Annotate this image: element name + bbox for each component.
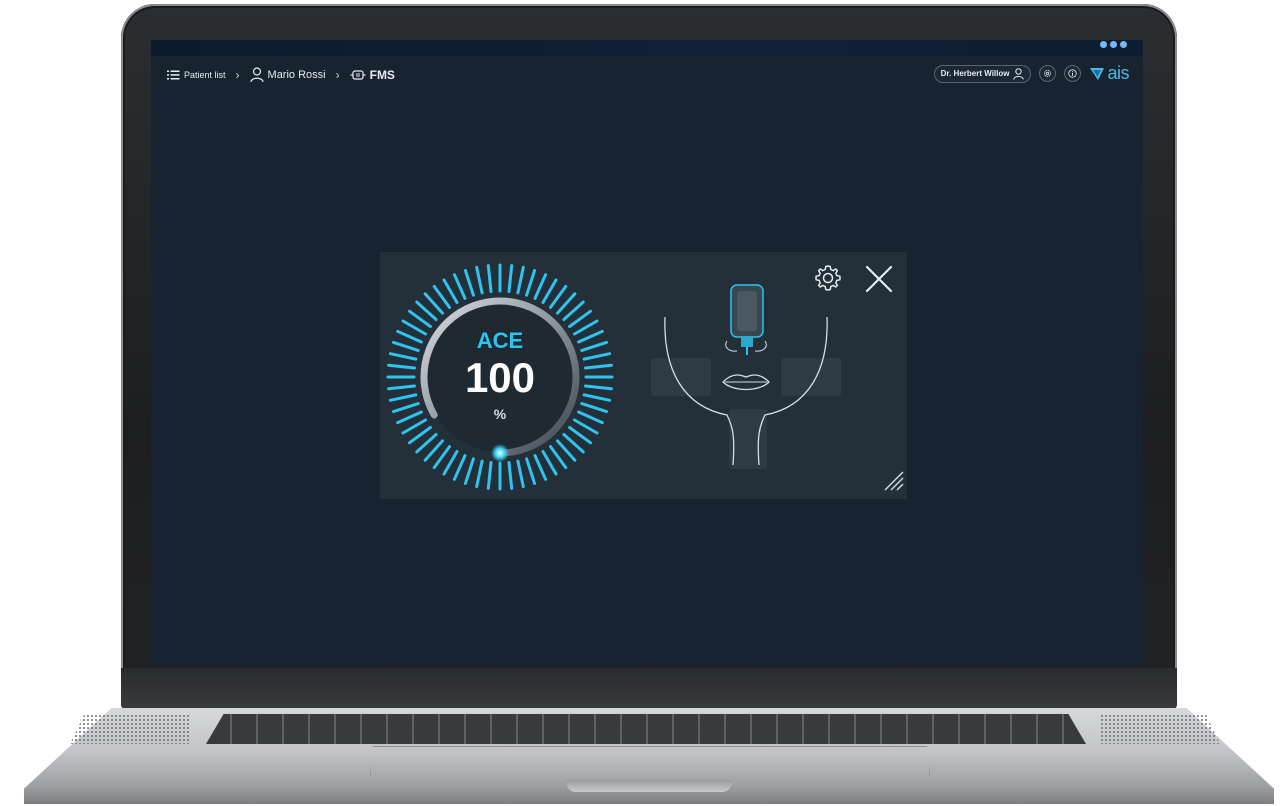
mouth-position-diagram [651,284,841,469]
gauge-tick [387,384,416,391]
gauge-unit: % [494,406,507,422]
window-title-strip [151,40,1143,56]
gauge-tick [486,264,493,293]
gauge-tick [580,340,608,352]
gauge-tick [573,319,599,336]
breadcrumb-section: FMS [369,68,395,82]
window-menu-dots[interactable] [1100,41,1127,48]
gauge-tick [582,352,612,361]
app-screen: Patient list › Mario Rossi › FMS Dr. Her… [151,40,1143,666]
fms-panel: ACE 100 % [380,252,907,499]
gauge-tick [525,269,537,297]
gauge-tick [388,352,418,361]
gauge-tick [396,410,423,425]
laptop-bezel-chin [121,668,1177,710]
gear-icon [1044,69,1052,78]
gauge-tick [442,278,459,304]
gauge-tick [452,273,467,300]
breadcrumb-patient-list[interactable]: Patient list [167,70,226,80]
close-icon [865,265,893,293]
gauge-tick [388,393,418,402]
logo-text: ais [1107,63,1129,83]
resize-icon [884,471,904,491]
header-actions: Dr. Herbert Willow ais [933,63,1129,84]
gauge-tick [463,457,475,485]
panel-resize-handle[interactable] [881,468,905,497]
laptop-keyboard [206,714,1086,744]
gauge-tick [582,393,612,402]
laptop-notch [566,780,732,792]
user-icon [1013,67,1025,80]
info-icon [1068,69,1078,78]
user-icon [249,67,264,83]
zone-right[interactable] [781,358,841,396]
dot-icon [1120,41,1127,48]
chevron-right-icon: › [235,68,240,82]
gauge-tick [573,418,599,435]
laptop-trackpad [370,746,930,777]
gauge-tick [541,450,558,476]
speaker-grille-left [70,714,190,744]
gauge-tick [525,457,537,485]
gauge-tick [486,461,493,490]
breadcrumb-fms[interactable]: FMS [350,68,395,82]
gauge-tick [533,454,548,481]
gauge-tick [387,363,416,370]
zone-left[interactable] [651,358,711,396]
user-name: Dr. Herbert Willow [940,69,1010,78]
gauge-tick [401,319,427,336]
settings-button[interactable] [1039,65,1057,82]
breadcrumb-patient-name: Mario Rossi [267,69,326,81]
gauge-tick [577,410,604,425]
gauge-tick [396,329,423,344]
gauge-tick [392,402,420,414]
gauge-label: ACE [477,328,523,353]
gauge-tick [584,384,613,391]
ais-logo: ais [1089,63,1129,84]
gauge-tick [507,461,514,490]
zone-bottom[interactable] [729,409,767,469]
gauge-tick [577,329,604,344]
gauge-tick [475,265,484,295]
sensor-icon [350,70,366,80]
dot-icon [1110,41,1117,48]
chevron-right-icon: › [335,68,340,82]
gear-icon [815,265,841,291]
gauge-tick [452,454,467,481]
breadcrumb: Patient list › Mario Rossi › FMS [167,67,395,83]
gauge-tick [442,450,459,476]
panel-settings-button[interactable] [813,263,843,298]
gauge-tick [463,269,475,297]
gauge-tick [533,273,548,300]
gauge-value: 100 [465,354,535,401]
gauge-tick [541,278,558,304]
logo-mark-icon [1090,67,1105,80]
user-menu-button[interactable]: Dr. Herbert Willow [933,64,1032,83]
gauge-tick [516,265,525,295]
gauge-tick [584,363,613,370]
info-button[interactable] [1064,65,1082,82]
gauge-tick [475,459,484,489]
gauge-indicator [491,444,509,462]
speaker-grille-right [1100,714,1220,744]
dot-icon [1100,41,1107,48]
gauge-tick [401,418,427,435]
gauge-tick [516,459,525,489]
breadcrumb-patient-list-label: Patient list [184,70,226,80]
gauge-tick [507,264,514,293]
breadcrumb-patient[interactable]: Mario Rossi [249,67,326,83]
list-icon [167,70,180,80]
ace-gauge: ACE 100 % [386,263,614,491]
gauge-tick [392,340,420,352]
panel-close-button[interactable] [864,264,894,299]
gauge-tick [580,402,608,414]
